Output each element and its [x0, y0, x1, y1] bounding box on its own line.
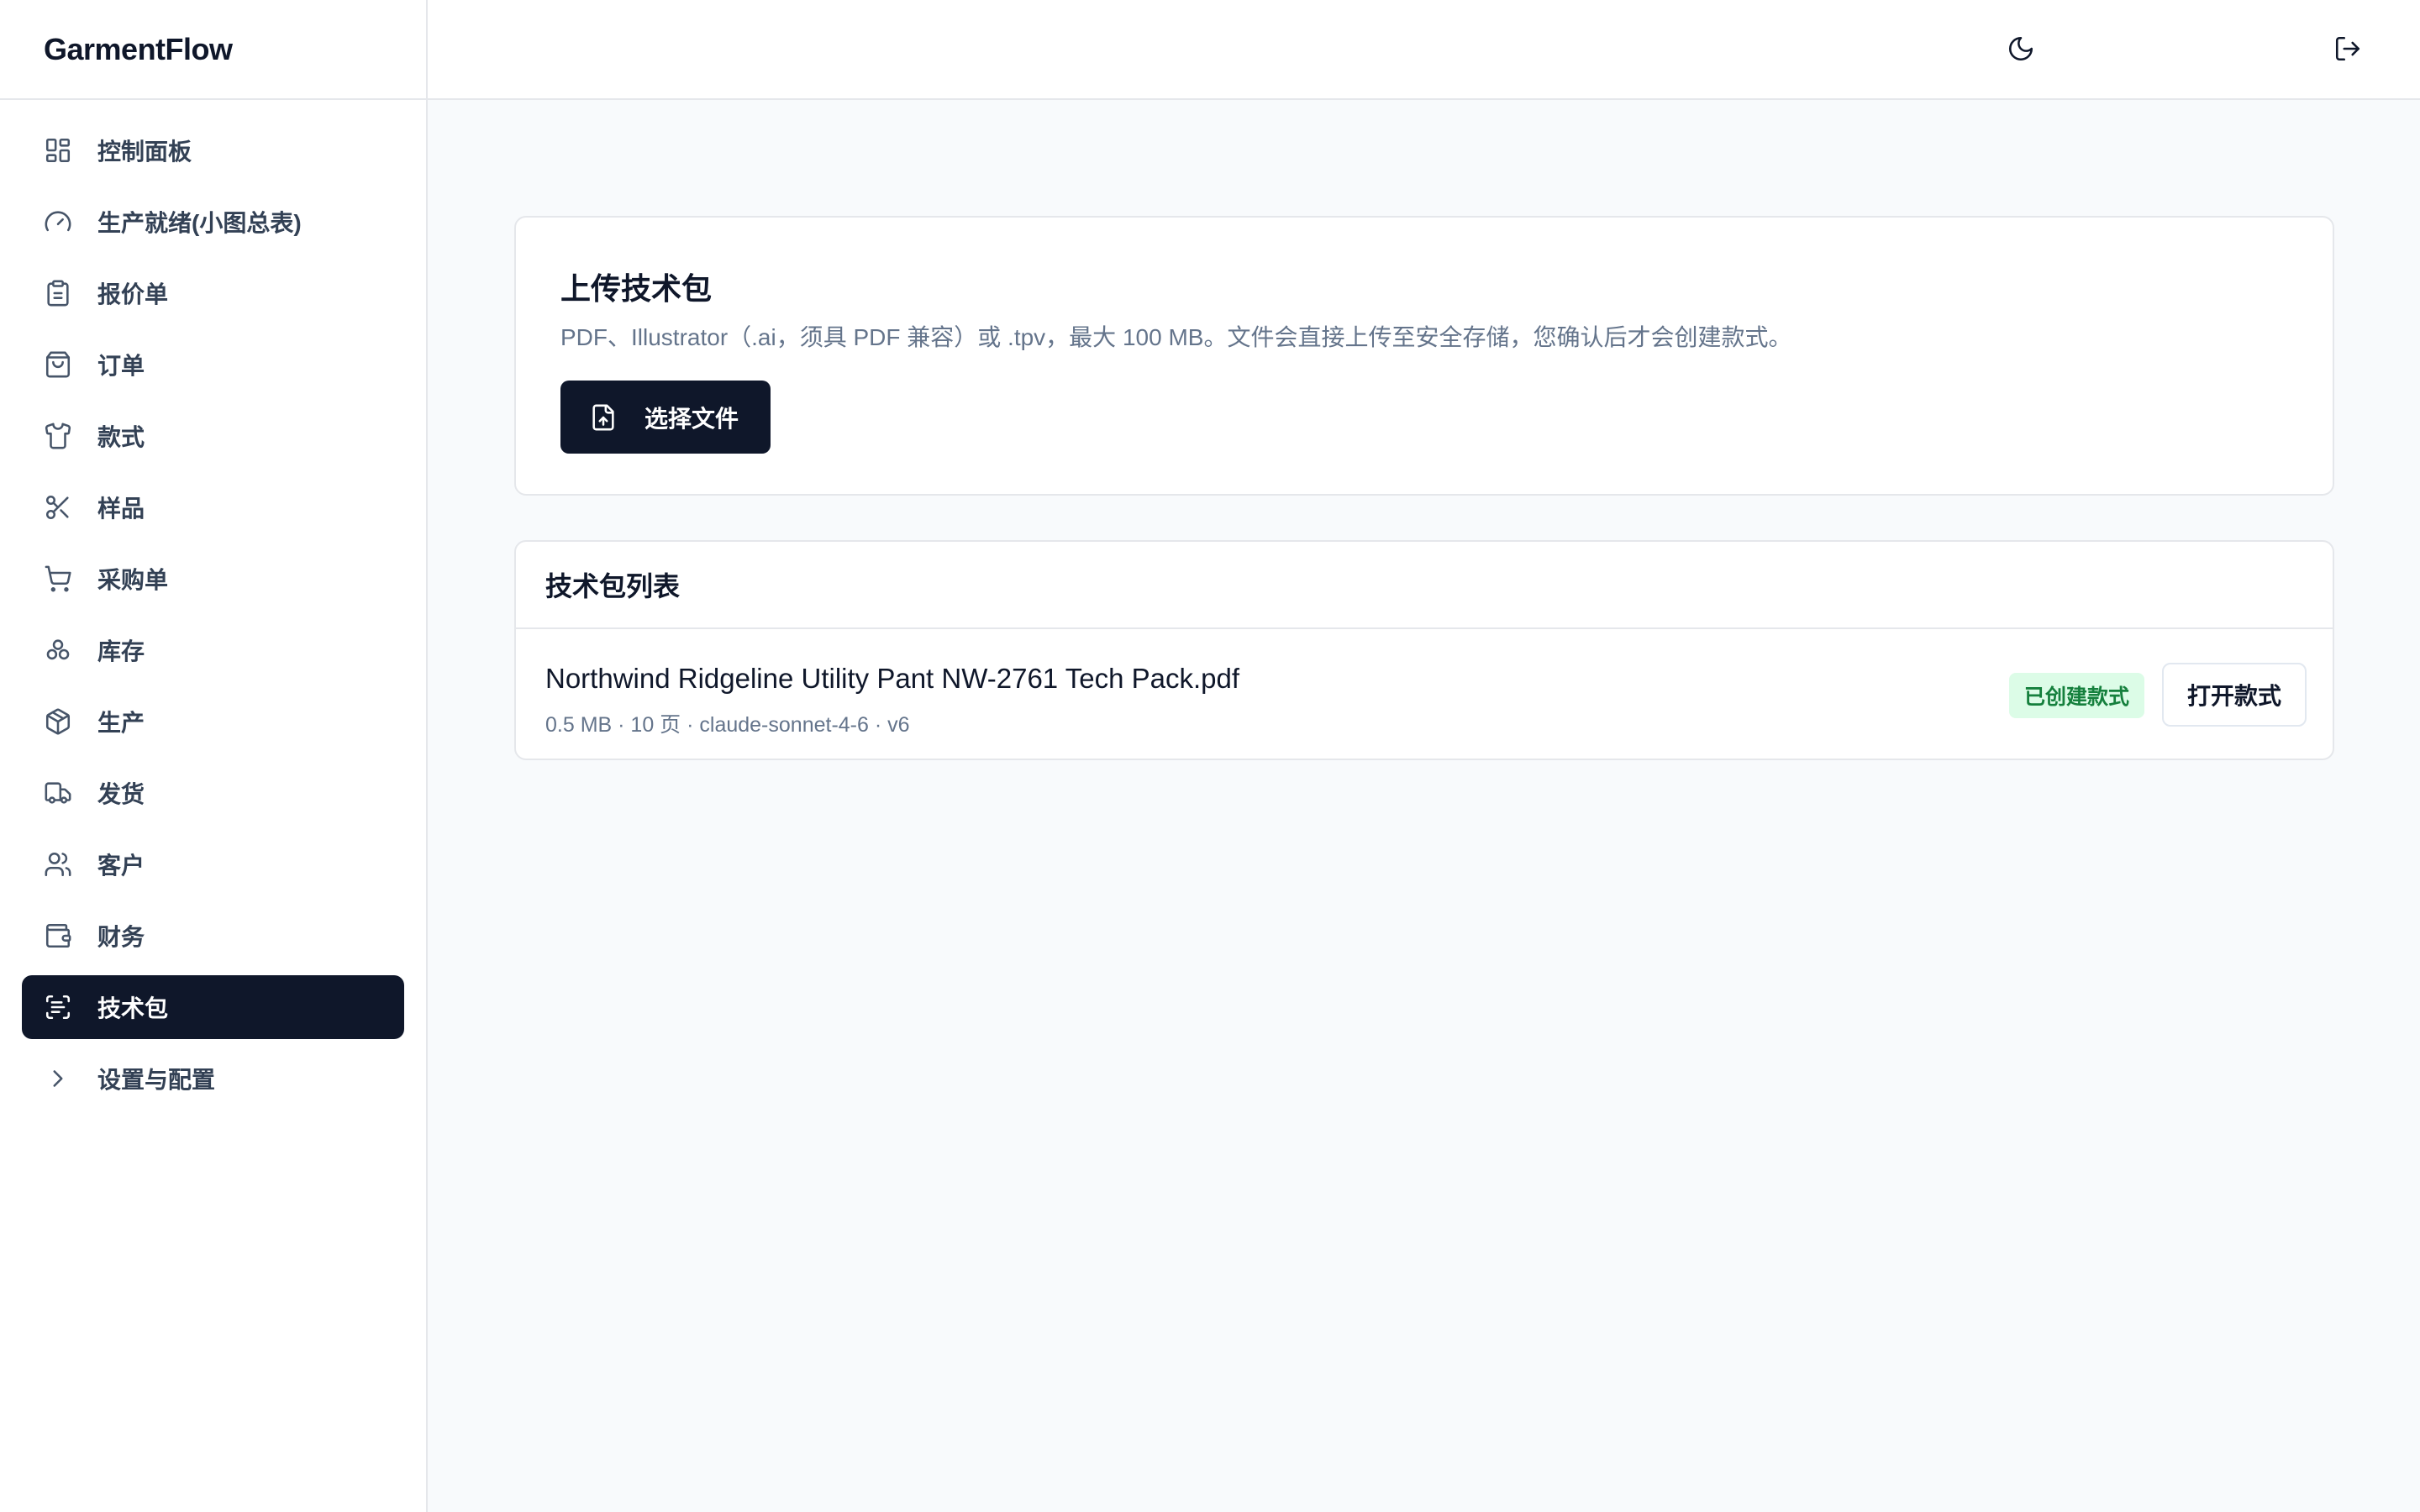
upload-card: 上传技术包 PDF、Illustrator（.ai，须具 PDF 兼容）或 .t… [514, 216, 2334, 496]
logout-button[interactable] [2329, 32, 2366, 69]
file-upload-icon [589, 403, 644, 432]
sidebar-item-purchase-orders[interactable]: 采购单 [22, 547, 404, 611]
sidebar: GarmentFlow 控制面板 生产就绪(小图总表) 报价单 订单 款式 样品… [0, 0, 428, 1512]
sidebar-item-finance[interactable]: 财务 [22, 904, 404, 968]
sidebar-item-tech-packs[interactable]: 技术包 [22, 975, 404, 1039]
sidebar-item-label: 财务 [97, 924, 145, 950]
truck-icon [44, 779, 72, 807]
sidebar-item-inventory[interactable]: 库存 [22, 618, 404, 682]
sidebar-item-orders[interactable]: 订单 [22, 333, 404, 396]
sidebar-item-label: 设置与配置 [97, 1067, 216, 1093]
dashboard-grid-icon [44, 136, 72, 165]
sidebar-item-quotes[interactable]: 报价单 [22, 261, 404, 325]
theme-toggle-button[interactable] [2002, 32, 2039, 69]
list-item[interactable]: Northwind Ridgeline Utility Pant NW-2761… [516, 629, 2333, 760]
sidebar-item-label: 报价单 [97, 281, 169, 307]
sidebar-item-label: 库存 [97, 638, 145, 664]
shirt-icon [44, 422, 72, 450]
sidebar-item-settings[interactable]: 设置与配置 [22, 1047, 404, 1110]
choose-file-button[interactable]: 选择文件 [560, 381, 771, 454]
sidebar-item-shipping[interactable]: 发货 [22, 761, 404, 825]
list-title: 技术包列表 [516, 542, 2333, 629]
package-icon [44, 707, 72, 736]
sidebar-item-label: 订单 [97, 353, 145, 379]
tech-pack-list-card: 技术包列表 Northwind Ridgeline Utility Pant N… [514, 540, 2334, 760]
users-icon [44, 850, 72, 879]
sidebar-item-label: 发货 [97, 781, 145, 807]
sidebar-item-styles[interactable]: 款式 [22, 404, 404, 468]
file-meta: 0.5 MB · 10 页 · claude-sonnet-4-6 · v6 [545, 713, 910, 737]
open-style-button[interactable]: 打开款式 [2162, 663, 2307, 727]
file-name[interactable]: Northwind Ridgeline Utility Pant NW-2761… [545, 663, 1239, 695]
scan-text-icon [44, 993, 72, 1021]
wallet-icon [44, 921, 72, 950]
sidebar-item-production-readiness[interactable]: 生产就绪(小图总表) [22, 190, 404, 254]
sidebar-item-label: 采购单 [97, 567, 169, 593]
sidebar-item-label: 生产就绪(小图总表) [97, 210, 302, 236]
status-badge: 已创建款式 [2009, 673, 2145, 718]
boxes-icon [44, 636, 72, 664]
shopping-cart-icon [44, 564, 72, 593]
sidebar-item-label: 客户 [97, 853, 145, 879]
gauge-icon [44, 207, 72, 236]
choose-file-label: 选择文件 [644, 405, 739, 432]
log-out-icon [2333, 34, 2362, 67]
upload-description: PDF、Illustrator（.ai，须具 PDF 兼容）或 .tpv，最大 … [560, 324, 1792, 350]
chevron-right-icon [44, 1064, 72, 1093]
upload-title: 上传技术包 [560, 271, 713, 306]
sidebar-item-label: 款式 [97, 424, 145, 450]
sidebar-item-customers[interactable]: 客户 [22, 832, 404, 896]
sidebar-item-samples[interactable]: 样品 [22, 475, 404, 539]
brand-logo[interactable]: GarmentFlow [0, 0, 426, 100]
sidebar-item-label: 样品 [97, 496, 145, 522]
sidebar-item-label: 生产 [97, 710, 145, 736]
top-bar [428, 0, 2420, 100]
shopping-bag-icon [44, 350, 72, 379]
moon-icon [2007, 34, 2035, 67]
sidebar-item-label: 技术包 [97, 995, 169, 1021]
clipboard-icon [44, 279, 72, 307]
sidebar-nav: 控制面板 生产就绪(小图总表) 报价单 订单 款式 样品 采购单 库存 生产 发… [0, 100, 426, 1110]
scissors-icon [44, 493, 72, 522]
sidebar-item-production[interactable]: 生产 [22, 690, 404, 753]
sidebar-item-label: 控制面板 [97, 139, 192, 165]
sidebar-item-dashboard[interactable]: 控制面板 [22, 118, 404, 182]
